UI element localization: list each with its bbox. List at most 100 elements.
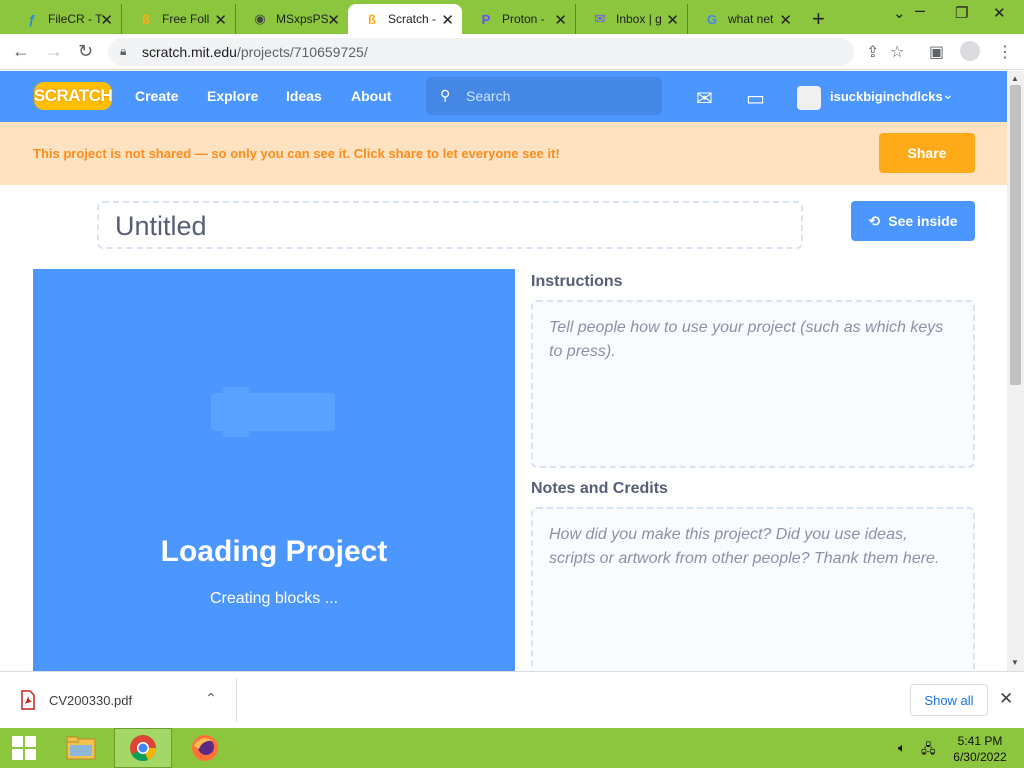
volume-muted-icon[interactable]: 🔈︎ — [898, 740, 906, 756]
scroll-down-icon[interactable]: ▼ — [1011, 658, 1019, 667]
search-placeholder: Search — [466, 88, 511, 104]
close-icon[interactable]: ✕ — [100, 11, 113, 29]
windows-taskbar: 🔈︎ 🖧︎ 5:41 PM 6/30/2022 — [0, 728, 1024, 768]
tab-scratch[interactable]: ß Scratch - ✕ — [348, 4, 462, 34]
tab-inbox[interactable]: ✉ Inbox | g ✕ — [576, 4, 688, 34]
close-icon[interactable]: ✕ — [779, 11, 792, 29]
project-title-input[interactable]: Untitled — [97, 201, 803, 249]
see-inside-icon: ⟲ — [868, 212, 881, 229]
taskbar-firefox[interactable] — [176, 728, 234, 768]
share-page-icon[interactable]: ⇪ — [866, 42, 879, 62]
page-viewport: SCRATCH Create Explore Ideas About ⚲ Sea… — [0, 71, 1007, 671]
address-bar[interactable]: 🔒︎ scratch.mit.edu/projects/710659725/ — [108, 38, 854, 66]
scrollbar-thumb[interactable] — [1010, 85, 1021, 385]
username[interactable]: isuckbiginchdlcks — [830, 89, 943, 104]
google-icon: G — [706, 11, 718, 27]
scratch-logo[interactable]: SCRATCH — [34, 82, 113, 110]
show-all-button[interactable]: Show all — [910, 684, 988, 716]
notes-heading: Notes and Credits — [531, 480, 668, 497]
clock-date: 6/30/2022 — [953, 750, 1007, 764]
messages-icon[interactable]: ✉ — [696, 86, 713, 111]
block-icon — [211, 387, 335, 437]
nav-explore[interactable]: Explore — [207, 88, 258, 104]
tab-msxpsps[interactable]: ◉ MSxpsPS ✕ — [236, 4, 348, 34]
close-icon[interactable]: ✕ — [554, 11, 567, 29]
tab-title: MSxpsPS — [276, 12, 329, 26]
taskbar-chrome[interactable] — [114, 728, 172, 768]
tab-title: Free Foll — [162, 12, 210, 26]
close-icon[interactable]: ✕ — [214, 11, 227, 29]
tab-title: Inbox | g — [616, 12, 662, 26]
loading-title: Loading Project — [160, 535, 388, 568]
tab-title: Proton - — [502, 12, 545, 26]
firefox-icon — [192, 735, 218, 761]
chevron-down-icon[interactable]: ⌄ — [942, 86, 954, 103]
scroll-up-icon[interactable]: ▲ — [1011, 74, 1019, 83]
mail-icon: ✉ — [594, 11, 606, 26]
instructions-field[interactable]: Tell people how to use your project (suc… — [531, 300, 975, 468]
notes-field[interactable]: How did you make this project? Did you u… — [531, 507, 975, 671]
url-path: /projects/710659725/ — [236, 44, 368, 60]
instructions-placeholder: Tell people how to use your project (suc… — [549, 319, 944, 360]
share-button[interactable]: Share — [879, 133, 975, 173]
not-shared-banner: This project is not shared — so only you… — [0, 122, 1007, 185]
close-icon[interactable]: ✕ — [441, 11, 454, 29]
taskbar-clock[interactable]: 5:41 PM 6/30/2022 — [952, 733, 1008, 765]
new-tab-icon[interactable]: + — [812, 6, 825, 32]
lock-icon: 🔒︎ — [120, 44, 127, 58]
banner-message: This project is not shared — so only you… — [33, 146, 560, 161]
download-file-name[interactable]: CV200330.pdf — [49, 693, 132, 708]
close-icon[interactable]: ✕ — [666, 11, 679, 29]
close-icon[interactable]: ✕ — [999, 689, 1013, 709]
window-close-icon[interactable]: ✕ — [993, 4, 1006, 22]
see-inside-label: See inside — [888, 213, 958, 229]
search-icon: ⚲ — [440, 87, 451, 103]
see-inside-button[interactable]: ⟲ See inside — [851, 201, 975, 241]
tab-strip: ƒ FileCR - T ✕ ß Free Foll ✕ ◉ MSxpsPS ✕… — [0, 0, 1024, 34]
page-scrollbar[interactable]: ▲ ▼ — [1007, 71, 1024, 671]
restore-icon[interactable]: ❐ — [955, 4, 968, 22]
nav-ideas[interactable]: Ideas — [286, 88, 322, 104]
instructions-heading: Instructions — [531, 273, 623, 290]
project-title: Untitled — [115, 211, 207, 241]
minimize-icon[interactable]: – — [915, 0, 925, 21]
back-icon[interactable]: ← — [12, 41, 30, 62]
start-button[interactable] — [0, 728, 48, 768]
shelf-divider — [236, 678, 237, 722]
side-panel-icon[interactable]: ▣ — [929, 42, 944, 62]
bookmark-star-icon[interactable]: ☆ — [890, 42, 904, 62]
tab-free-foll[interactable]: ß Free Foll ✕ — [122, 4, 236, 34]
tab-title: what net — [728, 12, 774, 26]
taskbar-file-explorer[interactable] — [52, 728, 110, 768]
nav-create[interactable]: Create — [135, 88, 179, 104]
menu-kebab-icon[interactable]: ⋮ — [997, 42, 1013, 62]
network-icon[interactable]: 🖧︎ — [921, 740, 936, 762]
avatar[interactable] — [797, 86, 821, 110]
pdf-file-icon — [21, 690, 35, 710]
reload-icon[interactable]: ↻ — [78, 41, 93, 62]
download-shelf: CV200330.pdf ⌃ Show all ✕ — [0, 671, 1024, 728]
notes-placeholder: How did you make this project? Did you u… — [549, 526, 940, 567]
tab-filecr[interactable]: ƒ FileCR - T ✕ — [8, 4, 122, 34]
windows-logo-icon — [12, 736, 36, 760]
project-stage[interactable]: Loading Project Creating blocks ... — [33, 269, 515, 671]
proton-icon: P — [481, 11, 491, 27]
forward-icon[interactable]: → — [45, 41, 63, 62]
folder-icon — [66, 736, 96, 760]
scratch-cat-icon: ß — [142, 11, 150, 27]
close-icon[interactable]: ✕ — [327, 11, 340, 29]
search-input[interactable]: ⚲ Search — [426, 77, 662, 115]
tab-google[interactable]: G what net ✕ — [688, 4, 800, 34]
nav-about[interactable]: About — [351, 88, 391, 104]
tab-title: Scratch - — [388, 12, 437, 26]
scratch-navbar: SCRATCH Create Explore Ideas About ⚲ Sea… — [0, 71, 1007, 122]
browser-toolbar: ← → ↻ 🔒︎ scratch.mit.edu/projects/710659… — [0, 34, 1024, 70]
my-stuff-folder-icon[interactable]: ▭ — [746, 86, 765, 111]
loading-status: Creating blocks ... — [209, 590, 339, 607]
tab-proton[interactable]: P Proton - ✕ — [462, 4, 576, 34]
tab-title: FileCR - T — [48, 12, 103, 26]
profile-icon[interactable] — [960, 41, 980, 61]
filecr-icon: ƒ — [28, 11, 36, 27]
chevron-up-icon[interactable]: ⌃ — [205, 690, 217, 707]
tab-search-chevron-icon[interactable]: ⌄ — [893, 4, 906, 22]
